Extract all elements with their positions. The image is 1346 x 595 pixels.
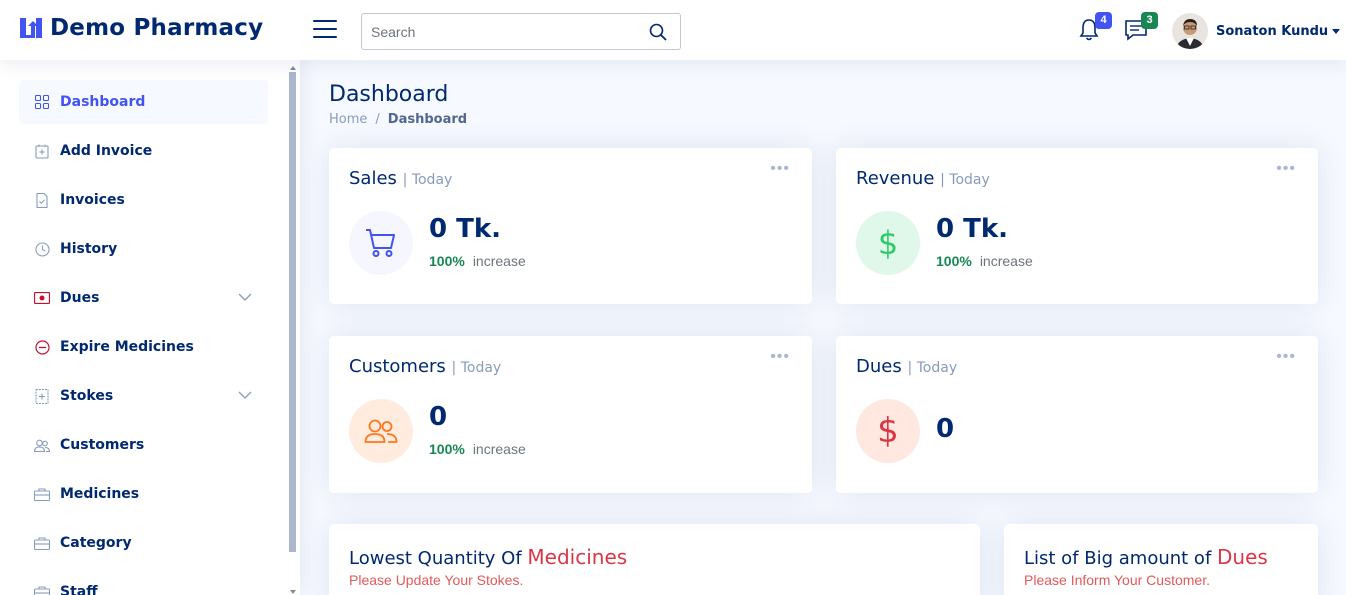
dollar-icon: $ — [877, 224, 899, 262]
sidebar-item-add-invoice[interactable]: Add Invoice — [19, 129, 268, 173]
sidebar-item-label: Add Invoice — [60, 143, 153, 159]
breadcrumb-home-link[interactable]: Home — [329, 112, 367, 127]
sidebar-item-label: Medicines — [60, 486, 140, 502]
sidebar-item-label: Customers — [60, 437, 145, 453]
card-value: 0 — [936, 414, 955, 444]
card-title: List of Big amount of Dues — [1024, 545, 1268, 569]
card-change: 100% increase — [429, 441, 526, 457]
search-icon[interactable] — [648, 22, 668, 42]
sidebar-item-category[interactable]: Category — [19, 521, 268, 565]
clock-icon — [34, 241, 50, 257]
card-title: Lowest Quantity Of Medicines — [349, 545, 628, 569]
sidebar: Dashboard Add Invoice Invoices History D… — [0, 60, 300, 595]
revenue-card: Revenue | Today ••• $ 0 Tk. 100% increase — [836, 148, 1318, 304]
briefcase-icon — [34, 584, 50, 595]
cart-icon — [366, 229, 395, 257]
scroll-up-arrow-icon[interactable] — [290, 66, 296, 70]
card-subtitle: Please Inform Your Customer. — [1024, 572, 1210, 588]
sidebar-item-dues[interactable]: Dues — [19, 276, 268, 320]
sidebar-item-label: Category — [60, 535, 132, 551]
sidebar-item-dashboard[interactable]: Dashboard — [19, 80, 268, 124]
page-title: Dashboard — [329, 82, 449, 107]
notifications-badge: 4 — [1095, 12, 1112, 29]
sidebar-item-label: History — [60, 241, 118, 257]
sidebar-item-label: Stokes — [60, 388, 114, 404]
sidebar-item-invoices[interactable]: Invoices — [19, 178, 268, 222]
sales-card: Sales | Today ••• 0 Tk. 100% increase — [329, 148, 812, 304]
sidebar-nav: Dashboard Add Invoice Invoices History D… — [19, 80, 268, 595]
sidebar-item-label: Invoices — [60, 192, 125, 208]
avatar — [1172, 13, 1208, 49]
breadcrumb-separator: / — [375, 112, 380, 127]
search-input[interactable] — [362, 23, 632, 40]
grid-icon — [34, 94, 50, 110]
sidebar-item-label: Dashboard — [60, 94, 146, 110]
sidebar-item-history[interactable]: History — [19, 227, 268, 271]
breadcrumb-current: Dashboard — [387, 112, 468, 127]
sidebar-item-stokes[interactable]: Stokes — [19, 374, 268, 418]
caret-down-icon — [1332, 28, 1341, 34]
card-title: Sales | Today — [349, 168, 453, 189]
more-options-icon[interactable]: ••• — [1276, 348, 1296, 366]
profile-dropdown[interactable]: Sonaton Kundu — [1172, 13, 1341, 49]
sidebar-scrollbar[interactable] — [289, 72, 296, 552]
breadcrumb: Home / Dashboard — [329, 112, 467, 127]
briefcase-icon — [34, 535, 50, 551]
card-value: 0 Tk. — [429, 214, 502, 244]
people-icon — [364, 419, 398, 443]
card-subtitle: Please Update Your Stokes. — [349, 572, 524, 588]
sidebar-item-label: Staff — [60, 584, 98, 595]
card-icon — [349, 211, 413, 275]
dash-circle-icon — [34, 339, 50, 355]
dollar-icon: $ — [877, 411, 899, 451]
customers-card: Customers | Today ••• 0 100% increase — [329, 336, 812, 493]
scroll-down-arrow-icon[interactable] — [290, 590, 296, 594]
logo-icon — [20, 18, 42, 38]
card-title: Customers | Today — [349, 356, 502, 377]
top-header: Demo Pharmacy 4 3 — [0, 0, 1346, 60]
sidebar-item-expire-medicines[interactable]: Expire Medicines — [19, 325, 268, 369]
sidebar-item-label: Dues — [60, 290, 100, 306]
more-options-icon[interactable]: ••• — [1276, 160, 1296, 178]
document-icon — [34, 192, 50, 208]
card-icon: $ — [856, 211, 920, 275]
sidebar-toggle-button[interactable] — [313, 20, 337, 40]
logo-text: Demo Pharmacy — [50, 15, 264, 41]
logo[interactable]: Demo Pharmacy — [18, 15, 263, 41]
profile-name: Sonaton Kundu — [1216, 24, 1341, 39]
sidebar-item-staff[interactable]: Staff — [19, 570, 268, 595]
notifications-button[interactable]: 4 — [1078, 12, 1112, 44]
lowest-quantity-card: Lowest Quantity Of Medicines Please Upda… — [329, 524, 980, 595]
briefcase-icon — [34, 486, 50, 502]
card-icon: $ — [856, 399, 920, 463]
card-title: Dues | Today — [856, 356, 958, 377]
card-change: 100% increase — [429, 253, 526, 269]
card-change: 100% increase — [936, 253, 1033, 269]
card-icon — [349, 399, 413, 463]
search-bar — [361, 13, 681, 50]
chevron-down-icon[interactable] — [238, 290, 252, 304]
card-value: 0 — [429, 402, 448, 432]
box-plus-icon — [34, 388, 50, 404]
card-title: Revenue | Today — [856, 168, 990, 189]
messages-badge: 3 — [1141, 12, 1158, 29]
journal-plus-icon — [34, 143, 50, 159]
sidebar-item-medicines[interactable]: Medicines — [19, 472, 268, 516]
dues-card: Dues | Today ••• $ 0 — [836, 336, 1318, 493]
more-options-icon[interactable]: ••• — [770, 348, 790, 366]
sidebar-item-customers[interactable]: Customers — [19, 423, 268, 467]
messages-button[interactable]: 3 — [1124, 12, 1158, 44]
card-value: 0 Tk. — [936, 214, 1009, 244]
chevron-down-icon[interactable] — [238, 388, 252, 402]
big-dues-card: List of Big amount of Dues Please Inform… — [1004, 524, 1318, 595]
cash-icon — [34, 290, 50, 306]
more-options-icon[interactable]: ••• — [770, 160, 790, 178]
sidebar-item-label: Expire Medicines — [60, 339, 194, 355]
people-icon — [34, 437, 50, 453]
